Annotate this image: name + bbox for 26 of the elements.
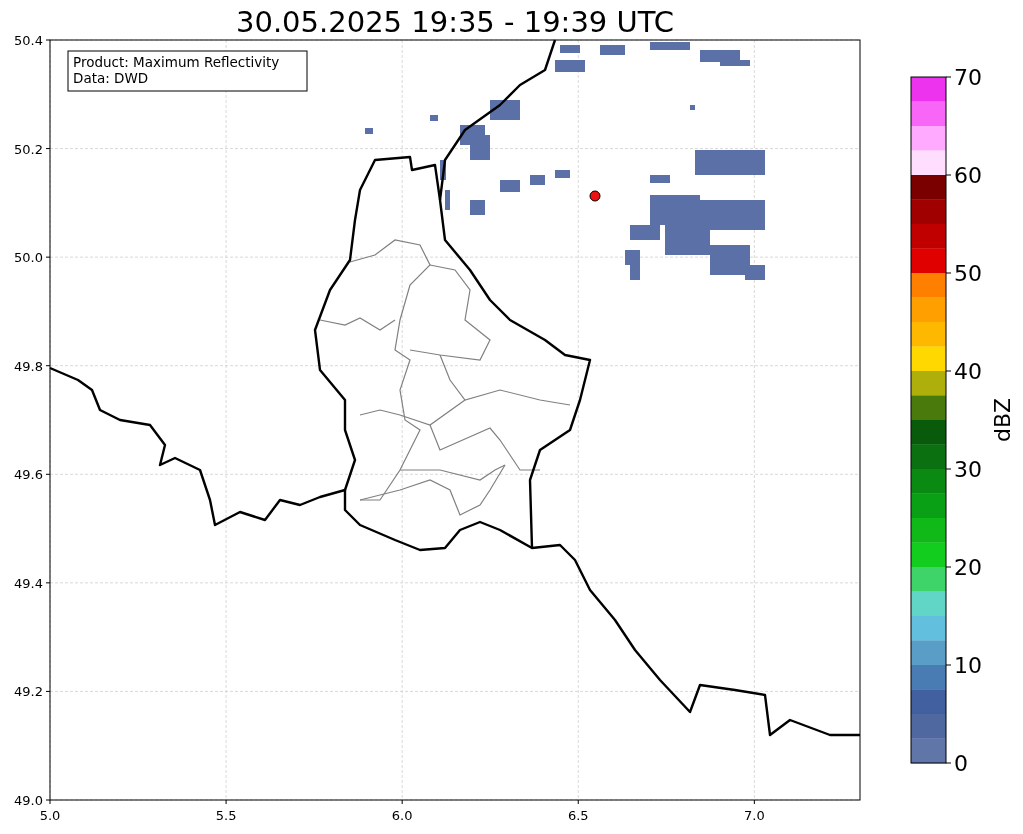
y-tick-label: 49.4 <box>14 575 43 591</box>
location-marker <box>589 190 601 202</box>
y-tick-label: 49.8 <box>14 358 43 374</box>
colorbar-tick-label: 20 <box>954 555 982 580</box>
x-tick-label: 6.0 <box>391 808 413 823</box>
x-tick-label: 5.5 <box>215 808 237 823</box>
info-text: Product: Maximum Reflectivity <box>73 54 280 70</box>
y-tick-label: 50.0 <box>14 250 43 266</box>
info-text: Data: DWD <box>73 70 149 86</box>
colorbar-tick-label: 10 <box>954 653 982 678</box>
colorbar-label: dBZ <box>990 397 1015 443</box>
colorbar-tick-label: 40 <box>954 359 982 384</box>
y-tick-label: 50.4 <box>14 33 43 48</box>
y-tick-label: 50.2 <box>14 141 43 157</box>
colorbar-tick-label: 50 <box>954 261 982 286</box>
x-tick-label: 6.5 <box>567 808 589 823</box>
colorbar-tick-label: 60 <box>954 163 982 188</box>
colorbar-tick-label: 30 <box>954 457 982 482</box>
colorbar-tick-label: 0 <box>954 751 968 776</box>
colorbar-tick-label: 70 <box>954 65 982 90</box>
x-tick-label: 5.0 <box>39 808 61 823</box>
plot-title: 30.05.2025 19:35 - 19:39 UTC <box>235 4 675 40</box>
y-tick-label: 49.6 <box>14 467 43 483</box>
y-tick-label: 49.2 <box>14 684 43 700</box>
y-tick-label: 49.0 <box>14 793 43 808</box>
x-tick-label: 7.0 <box>744 808 765 823</box>
